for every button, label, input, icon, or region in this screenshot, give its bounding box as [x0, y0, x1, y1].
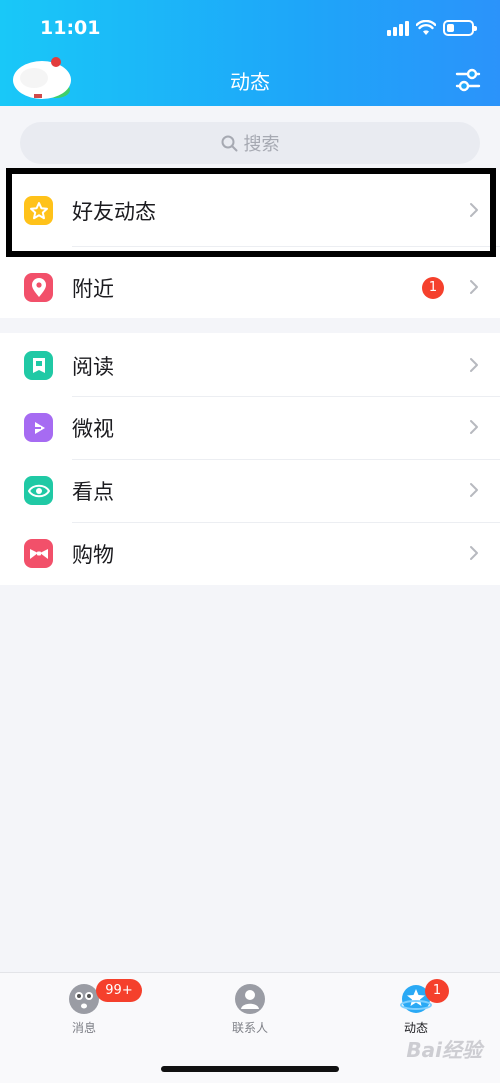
- signal-icon: [387, 20, 409, 36]
- list-item-nearby[interactable]: 附近 1: [0, 257, 500, 319]
- tab-dynamics[interactable]: 动态: [366, 983, 466, 1041]
- message-count-badge: 99+: [96, 979, 142, 1002]
- chevron-right-icon: [470, 420, 478, 434]
- list-item-kandian[interactable]: 看点: [0, 460, 500, 522]
- page-title: 动态: [230, 70, 270, 94]
- home-indicator[interactable]: [161, 1066, 339, 1072]
- book-icon: [24, 351, 53, 380]
- status-time: 11:01: [40, 17, 101, 39]
- chevron-right-icon: [470, 483, 478, 497]
- list-item-label: 购物: [72, 543, 114, 567]
- list-item-label: 看点: [72, 480, 114, 504]
- list-item-shopping[interactable]: 购物: [0, 523, 500, 585]
- header-bar: 11:01 动态: [0, 0, 500, 106]
- watermark-logo: Bai经验: [406, 1038, 482, 1062]
- notification-badge: 1: [422, 277, 444, 299]
- highlight-frame: [6, 168, 496, 257]
- wifi-icon: [416, 20, 436, 35]
- settings-filter-icon[interactable]: [454, 66, 482, 94]
- search-icon: [221, 135, 237, 151]
- list-item-label: 阅读: [72, 355, 114, 379]
- bow-icon: [24, 539, 53, 568]
- list-item-reading[interactable]: 阅读: [0, 335, 500, 397]
- contact-person-icon: [235, 984, 265, 1014]
- dynamics-count-badge: 1: [425, 979, 449, 1003]
- chevron-right-icon: [470, 358, 478, 372]
- chevron-right-icon: [470, 280, 478, 294]
- list-item-label: 附近: [72, 277, 114, 301]
- list-item-weishi[interactable]: 微视: [0, 397, 500, 459]
- tab-label: 联系人: [231, 1021, 268, 1035]
- location-pin-icon: [24, 273, 53, 302]
- feature-group-secondary: 阅读 微视 看点 购物: [0, 333, 500, 585]
- chevron-right-icon: [470, 546, 478, 560]
- search-input[interactable]: 搜索: [20, 122, 480, 164]
- play-icon: [24, 413, 53, 442]
- tab-label: 消息: [71, 1021, 96, 1035]
- tab-contacts[interactable]: 联系人: [200, 983, 300, 1041]
- list-item-label: 微视: [72, 417, 114, 441]
- search-placeholder: 搜索: [243, 134, 280, 155]
- eye-icon: [24, 476, 53, 505]
- status-icons: [387, 18, 477, 38]
- battery-icon: [443, 20, 477, 36]
